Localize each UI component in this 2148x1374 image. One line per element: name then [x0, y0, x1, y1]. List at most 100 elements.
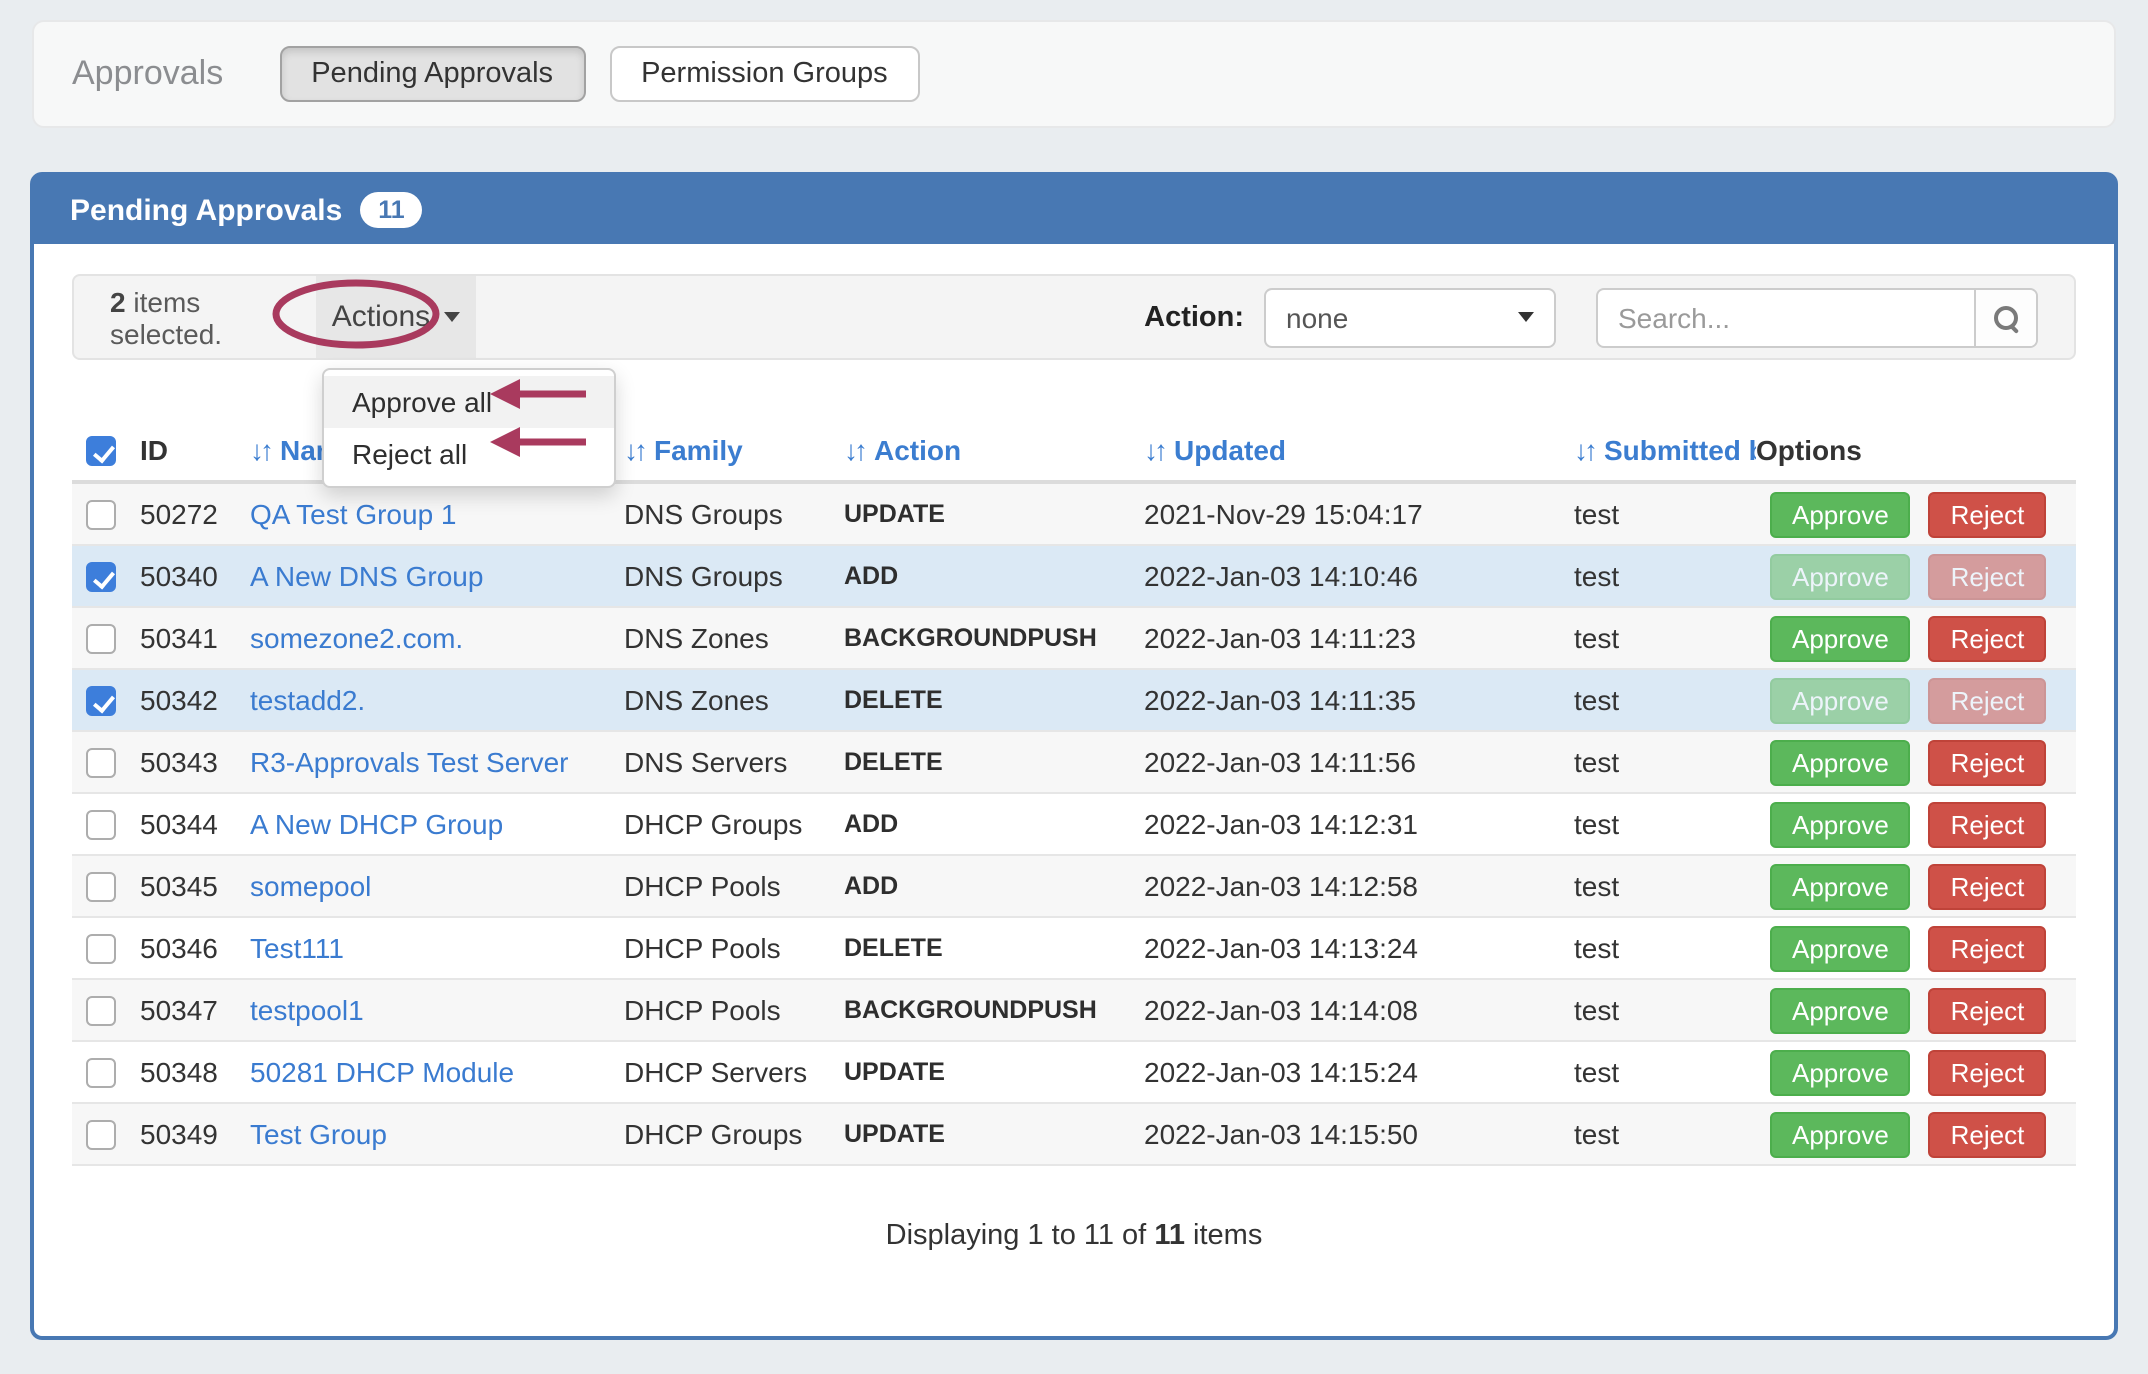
row-submitted-by: test: [1574, 994, 1756, 1026]
table-row: 50343 R3-Approvals Test Server DNS Serve…: [72, 732, 2076, 794]
row-id: 50343: [140, 746, 250, 778]
reject-button[interactable]: Reject: [1929, 987, 2047, 1033]
row-family: DHCP Pools: [624, 932, 844, 964]
tab-permission-groups[interactable]: Permission Groups: [609, 46, 920, 102]
row-updated: 2021-Nov-29 15:04:17: [1144, 498, 1574, 530]
row-submitted-by: test: [1574, 684, 1756, 716]
panel-title: Pending Approvals: [70, 193, 342, 227]
approve-button[interactable]: Approve: [1770, 925, 1911, 971]
column-header-family[interactable]: ↓↑Family: [624, 434, 844, 466]
row-submitted-by: test: [1574, 1118, 1756, 1150]
row-checkbox[interactable]: [86, 625, 116, 655]
row-action: BACKGROUNDPUSH: [844, 996, 1144, 1024]
row-name-link[interactable]: somepool: [250, 870, 371, 902]
approve-button[interactable]: Approve: [1770, 863, 1911, 909]
row-checkbox[interactable]: [86, 501, 116, 531]
row-submitted-by: test: [1574, 622, 1756, 654]
table-body: 50272 QA Test Group 1 DNS Groups UPDATE …: [72, 484, 2076, 1166]
reject-button[interactable]: Reject: [1929, 1049, 2047, 1095]
row-name-link[interactable]: testadd2.: [250, 684, 365, 716]
row-name-link[interactable]: somezone2.com.: [250, 622, 463, 654]
table-footer-status: Displaying 1 to 11 of 11 items: [72, 1220, 2076, 1252]
row-action: UPDATE: [844, 1058, 1144, 1086]
row-id: 50341: [140, 622, 250, 654]
menu-item-approve-all[interactable]: Approve all: [324, 376, 614, 428]
reject-button[interactable]: Reject: [1929, 1111, 2047, 1157]
row-checkbox[interactable]: [86, 811, 116, 841]
row-name-link[interactable]: Test111: [250, 932, 344, 964]
row-checkbox[interactable]: [86, 749, 116, 779]
table-row: 50347 testpool1 DHCP Pools BACKGROUNDPUS…: [72, 980, 2076, 1042]
row-name-link[interactable]: Test Group: [250, 1118, 387, 1150]
row-updated: 2022-Jan-03 14:11:23: [1144, 622, 1574, 654]
row-checkbox[interactable]: [86, 1059, 116, 1089]
row-name-link[interactable]: QA Test Group 1: [250, 498, 457, 530]
row-name-link[interactable]: R3-Approvals Test Server: [250, 746, 569, 778]
row-id: 50346: [140, 932, 250, 964]
row-action: UPDATE: [844, 500, 1144, 528]
search-input[interactable]: [1598, 289, 1974, 345]
row-family: DHCP Groups: [624, 1118, 844, 1150]
row-submitted-by: test: [1574, 808, 1756, 840]
count-badge: 11: [360, 192, 422, 228]
row-checkbox[interactable]: [86, 873, 116, 903]
row-checkbox[interactable]: [86, 935, 116, 965]
table-row: 50348 50281 DHCP Module DHCP Servers UPD…: [72, 1042, 2076, 1104]
reject-button[interactable]: Reject: [1929, 677, 2047, 723]
select-all-checkbox[interactable]: [86, 437, 116, 467]
action-select[interactable]: none: [1264, 287, 1556, 347]
column-header-action[interactable]: ↓↑Action: [844, 434, 1144, 466]
column-header-updated-label: Updated: [1174, 434, 1286, 466]
tab-pending-approvals[interactable]: Pending Approvals: [279, 46, 585, 102]
approve-button[interactable]: Approve: [1770, 739, 1911, 785]
reject-button[interactable]: Reject: [1929, 863, 2047, 909]
row-checkbox[interactable]: [86, 1121, 116, 1151]
menu-item-reject-all[interactable]: Reject all: [324, 428, 614, 480]
row-submitted-by: test: [1574, 870, 1756, 902]
reject-button[interactable]: Reject: [1929, 615, 2047, 661]
row-name-link[interactable]: 50281 DHCP Module: [250, 1056, 514, 1088]
row-checkbox[interactable]: [86, 687, 116, 717]
row-updated: 2022-Jan-03 14:11:56: [1144, 746, 1574, 778]
row-name-link[interactable]: A New DNS Group: [250, 560, 483, 592]
row-action: DELETE: [844, 748, 1144, 776]
row-checkbox[interactable]: [86, 563, 116, 593]
reject-button[interactable]: Reject: [1929, 491, 2047, 537]
row-family: DHCP Pools: [624, 870, 844, 902]
toolbar-right: Action: none: [1144, 287, 2074, 347]
row-checkbox[interactable]: [86, 997, 116, 1027]
column-header-submitted-by[interactable]: ↓↑Submitted by: [1574, 434, 1756, 466]
approve-button[interactable]: Approve: [1770, 987, 1911, 1033]
approve-button[interactable]: Approve: [1770, 491, 1911, 537]
row-select-cell: [72, 1055, 140, 1089]
column-header-updated[interactable]: ↓↑ Updated: [1144, 434, 1574, 466]
reject-button[interactable]: Reject: [1929, 739, 2047, 785]
actions-dropdown-button[interactable]: Actions: [316, 276, 476, 358]
row-updated: 2022-Jan-03 14:14:08: [1144, 994, 1574, 1026]
table-row: 50272 QA Test Group 1 DNS Groups UPDATE …: [72, 484, 2076, 546]
row-family: DNS Servers: [624, 746, 844, 778]
row-updated: 2022-Jan-03 14:15:50: [1144, 1118, 1574, 1150]
search-button[interactable]: [1974, 289, 2036, 345]
row-action: ADD: [844, 562, 1144, 590]
sort-icon: ↓↑: [250, 434, 270, 466]
row-submitted-by: test: [1574, 746, 1756, 778]
approve-button[interactable]: Approve: [1770, 615, 1911, 661]
approve-button[interactable]: Approve: [1770, 1049, 1911, 1095]
reject-button[interactable]: Reject: [1929, 925, 2047, 971]
table-row: 50340 A New DNS Group DNS Groups ADD 202…: [72, 546, 2076, 608]
page-title: Approvals: [72, 54, 223, 94]
approve-button[interactable]: Approve: [1770, 801, 1911, 847]
row-name-link[interactable]: A New DHCP Group: [250, 808, 503, 840]
reject-button[interactable]: Reject: [1929, 801, 2047, 847]
approve-button[interactable]: Approve: [1770, 677, 1911, 723]
action-select-label: Action:: [1144, 301, 1244, 333]
approve-button[interactable]: Approve: [1770, 553, 1911, 599]
approve-button[interactable]: Approve: [1770, 1111, 1911, 1157]
row-name-link[interactable]: testpool1: [250, 994, 364, 1026]
reject-button[interactable]: Reject: [1929, 553, 2047, 599]
row-submitted-by: test: [1574, 498, 1756, 530]
row-action: UPDATE: [844, 1120, 1144, 1148]
row-submitted-by: test: [1574, 1056, 1756, 1088]
sort-icon: ↓↑: [1144, 434, 1164, 466]
